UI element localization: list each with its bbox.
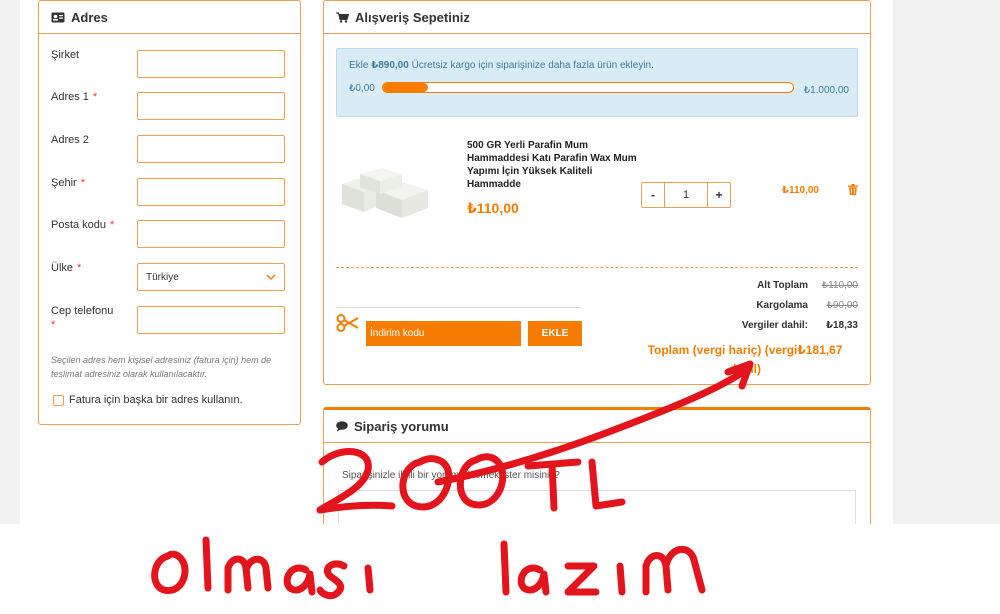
address1-row: Adres 1 * xyxy=(51,91,289,124)
country-value: Türkiye xyxy=(146,271,179,283)
phone-field[interactable] xyxy=(137,306,285,334)
comment-title: Sipariş yorumu xyxy=(354,418,449,434)
apply-coupon-button[interactable]: EKLE xyxy=(528,321,582,346)
postcode-row: Posta kodu * xyxy=(51,219,289,252)
free-shipping-progress xyxy=(382,82,794,93)
billing-checkbox-label: Fatura için başka bir adres kullanın. xyxy=(69,394,243,406)
address-panel: Adres Şirket Adres 1 * Adres 2 Şehir * Pos… xyxy=(38,0,301,425)
address-title: Adres xyxy=(71,9,108,25)
cart-panel: Alışveriş Sepetiniz Ekle ₺890,00 Ücretsi… xyxy=(323,0,871,385)
comment-prompt: Siparişinizle ilgili bir yorum eklemek i… xyxy=(342,470,560,481)
order-total: Toplam (vergi hariç) (vergi₺181,67 dahil… xyxy=(632,341,858,379)
phone-label: Cep telefonu * xyxy=(51,305,114,331)
address-header: Adres xyxy=(39,1,300,34)
tax-row: Vergiler dahil: ₺18,33 xyxy=(688,320,858,331)
tax-label: Vergiler dahil: xyxy=(741,320,808,331)
comment-header: Sipariş yorumu xyxy=(324,410,870,443)
shipping-label: Kargolama xyxy=(756,300,808,311)
cart-title: Alışveriş Sepetiniz xyxy=(355,9,470,25)
address1-label: Adres 1 * xyxy=(51,91,98,103)
free-shipping-message: Ekle ₺890,00 Ücretsiz kargo için sipariş… xyxy=(349,60,654,71)
phone-row: Cep telefonu * xyxy=(51,305,289,338)
footer-area xyxy=(0,524,1000,614)
divider xyxy=(336,267,858,268)
country-row: Ülke * Türkiye xyxy=(51,262,289,295)
billing-address-option[interactable]: Fatura için başka bir adres kullanın. xyxy=(53,394,243,406)
id-card-icon xyxy=(51,12,65,23)
subtotal-value: ₺110,00 xyxy=(821,280,858,291)
scissors-icon xyxy=(336,314,360,337)
total-label: Toplam (vergi hariç) (vergi xyxy=(647,343,798,357)
address2-field[interactable] xyxy=(137,135,285,163)
company-field[interactable] xyxy=(137,50,285,78)
coupon-divider xyxy=(336,307,581,308)
free-shipping-alert: Ekle ₺890,00 Ücretsiz kargo için sipariş… xyxy=(336,48,858,117)
billing-checkbox[interactable] xyxy=(53,394,64,406)
total-suffix: dahil) xyxy=(729,362,761,376)
trash-icon[interactable] xyxy=(848,182,858,200)
quantity-increase-button[interactable]: + xyxy=(708,183,730,207)
line-total: ₺110,00 xyxy=(782,185,819,196)
quantity-input[interactable]: 1 xyxy=(664,183,708,207)
progress-max: ₺1.000,00 xyxy=(803,85,849,96)
country-label: Ülke * xyxy=(51,262,82,274)
cart-header: Alışveriş Sepetiniz xyxy=(324,1,870,34)
company-row: Şirket xyxy=(51,49,289,82)
product-name[interactable]: 500 GR Yerli Parafin Mum Hammaddesi Katı… xyxy=(467,139,637,191)
subtotal-label: Alt Toplam xyxy=(757,280,808,291)
quantity-stepper: - 1 + xyxy=(641,182,731,208)
postcode-label: Posta kodu * xyxy=(51,219,115,231)
shopping-cart-icon xyxy=(336,12,349,23)
address-note: Seçilen adres hem kişisel adresiniz (fat… xyxy=(51,355,272,379)
postcode-field[interactable] xyxy=(137,220,285,248)
tax-value: ₺18,33 xyxy=(826,320,858,331)
chevron-down-icon xyxy=(266,272,276,283)
shipping-row: Kargolama ₺90,00 xyxy=(688,300,858,311)
city-field[interactable] xyxy=(137,178,285,206)
coupon-code-input[interactable]: İndirim kodu xyxy=(366,321,521,346)
city-row: Şehir * xyxy=(51,177,289,210)
address2-row: Adres 2 xyxy=(51,134,289,167)
order-comment-panel: Sipariş yorumu Siparişinizle ilgili bir … xyxy=(323,407,871,541)
progress-min: ₺0,00 xyxy=(349,83,375,94)
speech-bubble-icon xyxy=(336,420,348,432)
progress-fill xyxy=(383,83,429,92)
subtotal-row: Alt Toplam ₺110,00 xyxy=(688,280,858,291)
company-label: Şirket xyxy=(51,49,80,61)
product-image[interactable] xyxy=(336,156,432,226)
address2-label: Adres 2 xyxy=(51,134,89,146)
city-label: Şehir * xyxy=(51,177,85,189)
shipping-value: ₺90,00 xyxy=(826,300,858,311)
quantity-decrease-button[interactable]: - xyxy=(642,183,664,207)
product-price: ₺110,00 xyxy=(467,200,519,216)
total-value: ₺181,67 xyxy=(797,343,843,357)
country-select[interactable]: Türkiye xyxy=(137,263,285,291)
address1-field[interactable] xyxy=(137,92,285,120)
